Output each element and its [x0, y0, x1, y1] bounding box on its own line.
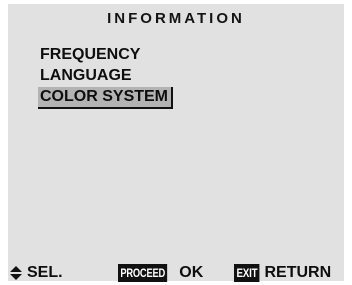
menu-list: FREQUENCY LANGUAGE COLOR SYSTEM — [38, 44, 174, 109]
proceed-label: OK — [179, 264, 204, 281]
menu-item-frequency[interactable]: FREQUENCY — [40, 44, 173, 65]
proceed-hint: PROCEED OK — [118, 263, 203, 283]
select-label: SEL. — [27, 264, 63, 281]
menu-item-color-system[interactable]: COLOR SYSTEM — [38, 87, 174, 109]
exit-hint: EXIT RETURN — [234, 263, 331, 283]
menu-item-language[interactable]: LANGUAGE — [40, 65, 173, 86]
proceed-key-badge: PROCEED — [118, 264, 168, 282]
select-hint: SEL. — [10, 263, 63, 283]
up-down-arrows-icon — [10, 266, 22, 280]
menu-title: INFORMATION — [107, 10, 245, 27]
osd-menu-screen: INFORMATION FREQUENCY LANGUAGE COLOR SYS… — [8, 4, 344, 282]
exit-label: RETURN — [264, 264, 332, 281]
exit-key-badge: EXIT — [234, 264, 260, 282]
footer-hint-bar: SEL. PROCEED OK EXIT RETURN — [8, 263, 344, 285]
